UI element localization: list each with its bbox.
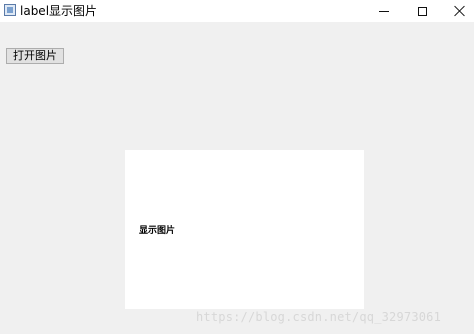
close-button[interactable] xyxy=(440,0,474,22)
watermark: https://blog.csdn.net/qq_32973061 xyxy=(196,310,442,324)
window-title: label显示图片 xyxy=(20,4,98,18)
minimize-button[interactable] xyxy=(364,0,404,22)
maximize-icon xyxy=(417,6,427,16)
app-window-icon xyxy=(4,4,16,16)
maximize-button[interactable] xyxy=(402,0,442,22)
title-bar[interactable]: label显示图片 xyxy=(0,0,474,22)
image-label-text: 显示图片 xyxy=(139,226,176,236)
open-image-button[interactable]: 打开图片 xyxy=(6,48,64,64)
minimize-icon xyxy=(379,10,389,12)
image-display-label: 显示图片 xyxy=(125,150,364,309)
main-window: label显示图片 打开图片 显示图片 https://blog.csdn.ne… xyxy=(0,0,474,334)
close-icon xyxy=(454,5,466,17)
